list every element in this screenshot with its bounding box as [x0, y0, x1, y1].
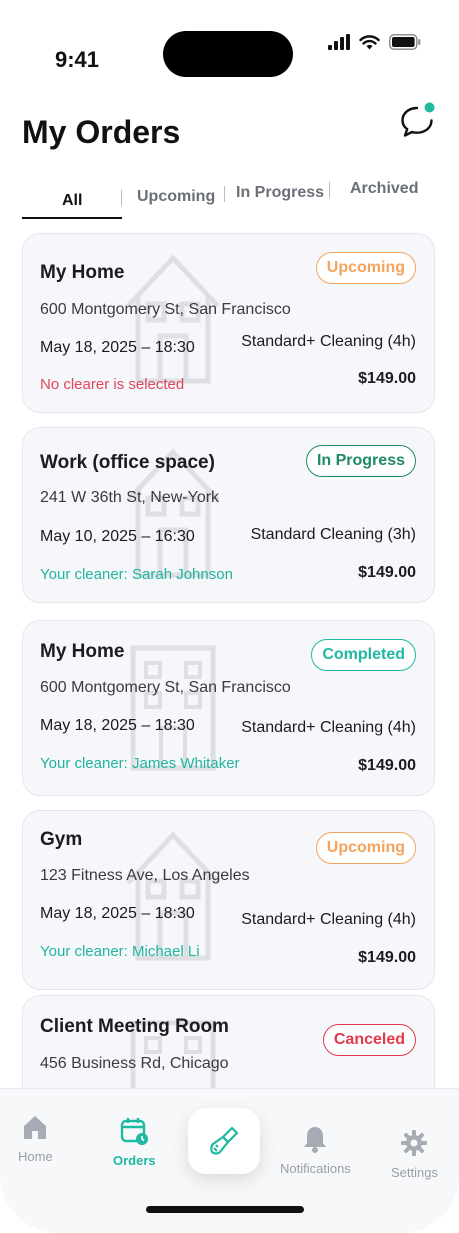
tab-in-progress[interactable]: In Progress [236, 184, 324, 202]
status-bar: 9:41 [0, 0, 459, 90]
status-badge: Canceled [322, 1024, 416, 1056]
order-address: 600 Montgomery St, San Francisco [40, 301, 291, 318]
nav-notifications-label: Notifications [280, 1161, 351, 1176]
order-price: $149.00 [358, 370, 416, 387]
order-cleaner: No clearer is selected [40, 376, 185, 393]
order-card[interactable]: Gym Upcoming 123 Fitness Ave, Los Angele… [22, 810, 435, 990]
order-card[interactable]: My Home Completed 600 Montgomery St, San… [22, 620, 435, 796]
order-service: Standard Cleaning (3h) [250, 526, 416, 543]
order-datetime: May 18, 2025 – 18:30 [40, 905, 195, 922]
battery-icon [389, 34, 421, 50]
home-icon [24, 1116, 47, 1139]
status-icons [328, 34, 421, 50]
order-place: Client Meeting Room [40, 1016, 229, 1037]
order-place: Gym [40, 829, 83, 850]
order-cleaner: Your cleaner: Michael Li [40, 943, 200, 960]
cleaning-brush-icon [210, 1126, 239, 1155]
nav-orders[interactable]: Orders [113, 1117, 156, 1168]
gear-icon [401, 1130, 428, 1156]
tab-divider [329, 182, 330, 198]
unread-dot [424, 102, 435, 113]
bell-icon [304, 1127, 327, 1153]
order-service: Standard+ Cleaning (4h) [241, 911, 416, 928]
nav-settings-label: Settings [391, 1165, 438, 1180]
tab-upcoming[interactable]: Upcoming [137, 188, 215, 206]
order-price: $149.00 [358, 757, 416, 774]
tab-divider [224, 186, 225, 202]
order-address: 456 Business Rd, Chicago [40, 1055, 229, 1072]
book-cleaning-button[interactable] [188, 1108, 260, 1174]
order-price: $149.00 [358, 949, 416, 966]
status-time: 9:41 [55, 47, 100, 72]
order-address: 123 Fitness Ave, Los Angeles [40, 867, 250, 884]
status-badge: Completed [311, 639, 416, 671]
order-place: My Home [40, 641, 125, 662]
status-badge: Upcoming [315, 252, 416, 284]
order-service: Standard+ Cleaning (4h) [241, 333, 416, 350]
dynamic-island [163, 31, 293, 77]
order-address: 600 Montgomery St, San Francisco [40, 679, 291, 696]
active-tab-underline [22, 217, 122, 219]
order-datetime: May 18, 2025 – 18:30 [40, 717, 195, 734]
order-price: $149.00 [358, 564, 416, 581]
page-title: My Orders [22, 114, 181, 150]
order-card[interactable]: Work (office space) In Progress 241 W 36… [22, 427, 435, 603]
nav-home[interactable]: Home [18, 1113, 53, 1164]
phone-frame: 9:41 My Orders All Upcoming In Progress … [0, 0, 459, 1233]
status-badge: Upcoming [315, 832, 416, 864]
order-address: 241 W 36th St, New-York [40, 489, 220, 506]
nav-home-label: Home [18, 1149, 53, 1164]
chat-bubble-icon [401, 102, 435, 137]
tab-divider [121, 190, 122, 206]
order-datetime: May 10, 2025 – 16:30 [40, 528, 195, 545]
order-tabs: All Upcoming In Progress Archived [20, 172, 440, 224]
tab-archived[interactable]: Archived [350, 180, 418, 198]
order-cleaner: Your cleaner: James Whitaker [40, 755, 240, 772]
calendar-clock-icon [121, 1118, 149, 1145]
order-card[interactable]: My Home Upcoming 600 Montgomery St, San … [22, 233, 435, 413]
house-illustration-icon [126, 831, 220, 961]
order-place: Work (office space) [40, 452, 215, 473]
nav-notifications[interactable]: Notifications [280, 1125, 351, 1176]
order-place: My Home [40, 262, 125, 283]
order-cleaner: Your cleaner: Sarah Johnson [40, 566, 233, 583]
wifi-icon [359, 35, 380, 50]
apartment-building-illustration-icon [130, 645, 216, 771]
order-datetime: May 18, 2025 – 18:30 [40, 339, 195, 356]
chat-button[interactable] [398, 100, 438, 140]
status-badge: In Progress [305, 445, 416, 477]
home-indicator [146, 1206, 304, 1213]
tab-all[interactable]: All [62, 192, 82, 210]
order-service: Standard+ Cleaning (4h) [241, 719, 416, 736]
signal-icon [328, 34, 350, 50]
nav-settings[interactable]: Settings [391, 1129, 438, 1180]
app-screen: 9:41 My Orders All Upcoming In Progress … [0, 0, 459, 1233]
nav-orders-label: Orders [113, 1153, 156, 1168]
